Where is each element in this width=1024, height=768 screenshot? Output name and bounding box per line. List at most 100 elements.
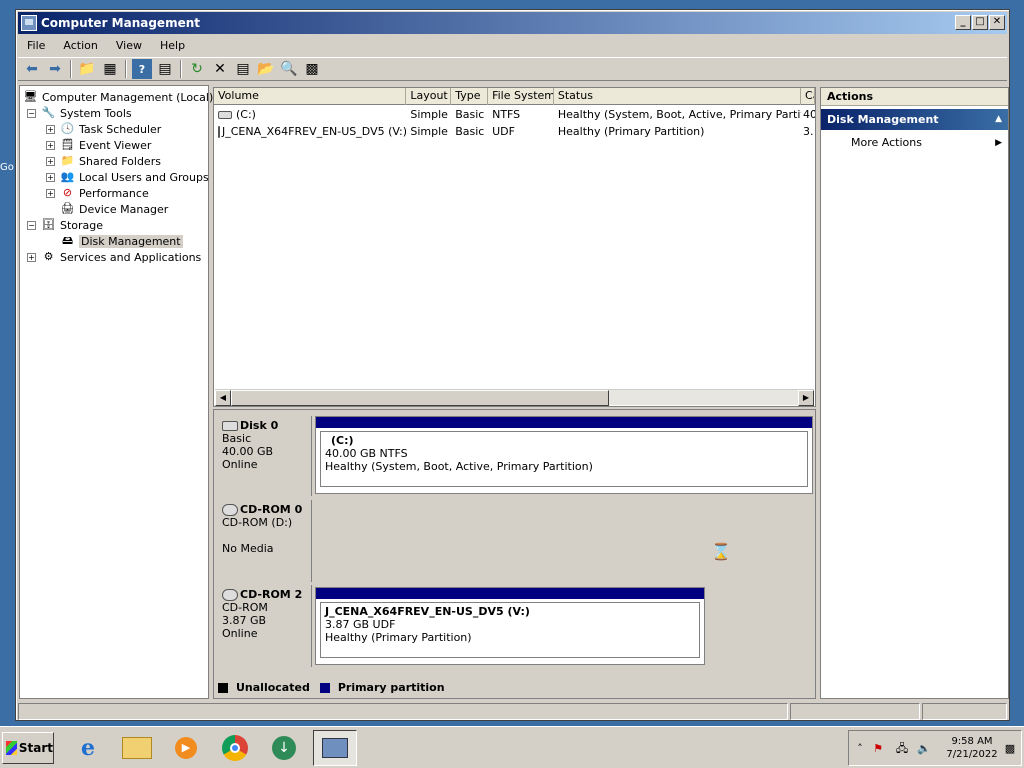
- menu-help[interactable]: Help: [151, 39, 194, 52]
- maximize-button[interactable]: □: [972, 15, 988, 30]
- expand-icon[interactable]: +: [46, 188, 55, 198]
- up-folder-icon[interactable]: 📁: [77, 59, 97, 79]
- minimize-button[interactable]: _: [955, 15, 971, 30]
- tree-label: Computer Management (Local): [42, 90, 214, 104]
- export-list-icon[interactable]: ▩: [302, 59, 322, 79]
- primary-partition-bar: [316, 417, 812, 428]
- tree-item-root[interactable]: 🖥 Computer Management (Local): [23, 89, 214, 105]
- disk-label[interactable]: CD-ROM 2 CD-ROM 3.87 GB Online: [216, 585, 312, 667]
- show-hidden-icons-icon[interactable]: ˄: [853, 742, 867, 756]
- refresh-icon[interactable]: ↻: [187, 59, 207, 79]
- partition-status: Healthy (Primary Partition): [325, 631, 472, 644]
- scroll-right-icon[interactable]: ▶: [798, 390, 814, 406]
- windows-logo-icon: [6, 741, 17, 755]
- action-center-flag-icon[interactable]: ⚑: [871, 742, 885, 756]
- scroll-left-icon[interactable]: ◀: [215, 390, 231, 406]
- tree-item-storage[interactable]: − 🗄 Storage: [27, 217, 103, 233]
- close-button[interactable]: ✕: [989, 15, 1005, 30]
- submenu-arrow-icon: ▶: [995, 138, 1002, 148]
- disk-state: Online: [222, 627, 258, 640]
- file-explorer-icon[interactable]: [115, 730, 159, 766]
- disk-size: 40.00 GB: [222, 445, 274, 458]
- title-bar[interactable]: Computer Management _ □ ✕: [18, 12, 1007, 34]
- menu-action[interactable]: Action: [54, 39, 106, 52]
- column-layout[interactable]: Layout: [406, 88, 452, 105]
- actions-section-disk-management[interactable]: Disk Management ▲: [821, 109, 1008, 130]
- media-player-icon[interactable]: ▶: [164, 730, 208, 766]
- horizontal-scrollbar[interactable]: ◀ ▶: [215, 389, 814, 406]
- internet-explorer-icon[interactable]: e: [66, 730, 110, 766]
- tree-item-services[interactable]: + ⚙ Services and Applications: [27, 249, 201, 265]
- volume-muted-icon[interactable]: 🔈: [917, 742, 931, 756]
- expand-icon[interactable]: +: [27, 252, 36, 262]
- collapse-icon[interactable]: −: [27, 108, 36, 118]
- tree-label: Storage: [60, 218, 104, 232]
- clock[interactable]: 9:58 AM 7/21/2022: [945, 735, 999, 761]
- disk-name: Disk 0: [240, 419, 279, 432]
- table-row[interactable]: J_CENA_X64FREV_EN-US_DV5 (V:) Simple Bas…: [214, 123, 815, 140]
- tree-item-local-users[interactable]: + 👥 Local Users and Groups: [46, 169, 209, 185]
- collapse-up-icon[interactable]: ▲: [995, 109, 1002, 130]
- disk-management-icon: 🖴: [61, 234, 74, 247]
- disk-name: CD-ROM 2: [240, 588, 303, 601]
- column-file-system[interactable]: File System: [488, 88, 554, 105]
- disk-row-cdrom2[interactable]: CD-ROM 2 CD-ROM 3.87 GB Online J_CENA_X6…: [216, 585, 814, 667]
- primary-partition-bar: [316, 588, 704, 599]
- properties-icon[interactable]: ▤: [233, 59, 253, 79]
- menu-file[interactable]: File: [18, 39, 54, 52]
- delete-icon[interactable]: ✕: [210, 59, 230, 79]
- forward-arrow-icon[interactable]: ➡: [45, 59, 65, 79]
- disk-label[interactable]: CD-ROM 0 CD-ROM (D:) No Media: [216, 500, 312, 582]
- column-capacity[interactable]: Ca: [801, 88, 815, 105]
- open-folder-icon[interactable]: 📂: [256, 59, 276, 79]
- partition-v[interactable]: J_CENA_X64FREV_EN-US_DV5 (V:) 3.87 GB UD…: [315, 587, 705, 665]
- tree-item-device-manager[interactable]: 🖨 Device Manager: [46, 201, 169, 217]
- disk-row-disk0[interactable]: Disk 0 Basic 40.00 GB Online (C:) 40.00 …: [216, 416, 814, 496]
- chrome-icon[interactable]: [213, 730, 257, 766]
- column-type[interactable]: Type: [451, 88, 489, 105]
- status-pane-secondary: [790, 703, 920, 720]
- table-row[interactable]: (C:) Simple Basic NTFS Healthy (System, …: [214, 106, 815, 123]
- back-arrow-icon[interactable]: ⬅: [22, 59, 42, 79]
- expand-icon[interactable]: +: [46, 172, 55, 182]
- show-hide-tree-icon[interactable]: ▦: [100, 59, 120, 79]
- tree-item-system-tools[interactable]: − 🔧 System Tools: [27, 105, 132, 121]
- cd-icon: [222, 588, 238, 601]
- partition-size: 3.87 GB UDF: [325, 618, 396, 631]
- partition-status: Healthy (System, Boot, Active, Primary P…: [325, 460, 593, 473]
- help-icon[interactable]: ?: [132, 59, 152, 79]
- cd-drive-icon: [218, 125, 220, 138]
- partition-c[interactable]: (C:) 40.00 GB NTFS Healthy (System, Boot…: [315, 416, 813, 494]
- start-button[interactable]: Start: [2, 732, 54, 764]
- more-actions-item[interactable]: More Actions ▶: [821, 133, 1008, 153]
- collapse-icon[interactable]: −: [27, 220, 36, 230]
- column-status[interactable]: Status: [554, 88, 802, 105]
- system-tray: ˄ ⚑ 🖧 🔈 9:58 AM 7/21/2022 ▩: [848, 730, 1022, 766]
- disk-label[interactable]: Disk 0 Basic 40.00 GB Online: [216, 416, 312, 496]
- scrollbar-thumb[interactable]: [231, 390, 609, 406]
- tree-item-performance[interactable]: + ⊘ Performance: [46, 185, 149, 201]
- download-manager-icon[interactable]: ↓: [262, 730, 306, 766]
- tree-item-disk-management[interactable]: 🖴 Disk Management: [46, 233, 183, 249]
- menu-view[interactable]: View: [107, 39, 151, 52]
- tree-item-task-scheduler[interactable]: + 🕓 Task Scheduler: [46, 121, 161, 137]
- hourglass-icon: ⌛: [711, 542, 731, 561]
- computer-management-task-button[interactable]: [313, 730, 357, 766]
- expand-icon[interactable]: +: [46, 124, 55, 134]
- search-icon[interactable]: 🔍: [279, 59, 299, 79]
- shared-folder-icon: 📁: [60, 154, 75, 167]
- partition-name: (C:): [331, 434, 354, 447]
- expand-icon[interactable]: +: [46, 140, 55, 150]
- services-icon: ⚙: [43, 250, 54, 263]
- navigation-tree: 🖥 Computer Management (Local) − 🔧 System…: [19, 85, 213, 699]
- show-hide-action-pane-icon[interactable]: ▤: [155, 59, 175, 79]
- tree-item-shared-folders[interactable]: + 📁 Shared Folders: [46, 153, 161, 169]
- cell-layout: Simple: [410, 108, 448, 121]
- disk-row-cdrom0[interactable]: CD-ROM 0 CD-ROM (D:) No Media ⌛: [216, 500, 814, 582]
- tree-item-event-viewer[interactable]: + 🗒 Event Viewer: [46, 137, 151, 153]
- show-desktop-icon[interactable]: ▩: [1003, 742, 1017, 756]
- network-icon[interactable]: 🖧: [895, 742, 909, 756]
- event-viewer-icon: 🗒: [60, 138, 75, 151]
- column-volume[interactable]: Volume: [214, 88, 407, 105]
- expand-icon[interactable]: +: [46, 156, 55, 166]
